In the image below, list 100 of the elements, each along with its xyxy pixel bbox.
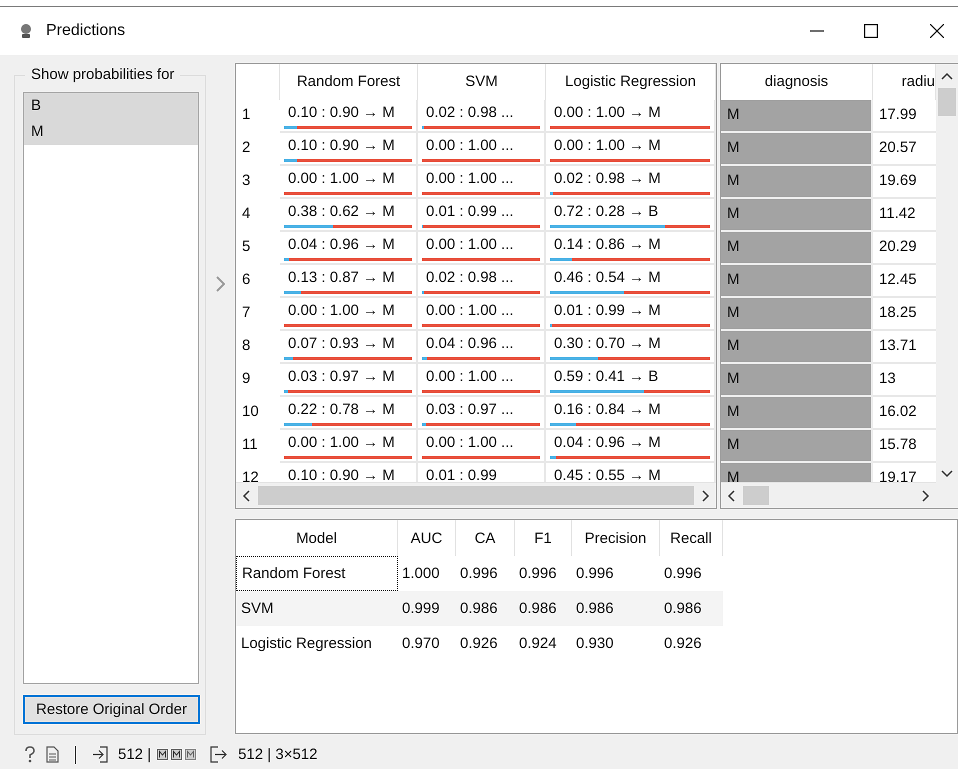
probability-text: 0.00 : 1.00 ... xyxy=(425,168,514,189)
row-number: 10 xyxy=(241,402,260,422)
list-item[interactable]: M xyxy=(24,119,198,145)
table-cell: SVM xyxy=(236,591,398,626)
table-cell-text: 0.926 xyxy=(663,634,703,654)
table-cell: 0.999 xyxy=(398,591,456,626)
probability-text: 0.00 : 1.00 → M xyxy=(287,432,395,453)
list-item[interactable]: B xyxy=(24,93,198,119)
scroll-down-icon[interactable] xyxy=(941,470,953,478)
vertical-scrollbar[interactable] xyxy=(936,64,958,508)
table-cell: M xyxy=(721,198,873,232)
row-number: 4 xyxy=(241,204,252,224)
scroll-right-icon[interactable] xyxy=(922,490,930,502)
close-icon[interactable] xyxy=(930,24,944,38)
column-header[interactable]: SVM xyxy=(418,64,546,100)
column-header[interactable]: AUC xyxy=(398,520,456,556)
column-header[interactable]: F1 xyxy=(515,520,572,556)
table-cell-text: 0.924 xyxy=(518,634,558,654)
row-number: 8 xyxy=(241,336,252,356)
table-cell-text: 0.996 xyxy=(518,564,558,584)
row-number: 2 xyxy=(241,138,252,158)
table-cell-text: 0.996 xyxy=(575,564,615,584)
table-cell: 0.986 xyxy=(660,591,723,626)
table-cell: M xyxy=(721,264,873,298)
column-header[interactable]: CA xyxy=(456,520,515,556)
table-cell: M xyxy=(721,430,873,463)
table-cell: M xyxy=(721,166,873,199)
probability-text: 0.04 : 0.96 → M xyxy=(287,234,395,255)
probability-text: 0.02 : 0.98 ... xyxy=(425,268,514,288)
probability-text: 0.00 : 1.00 ... xyxy=(425,366,514,387)
table-cell: M xyxy=(721,298,873,331)
bulb-icon xyxy=(20,23,32,39)
probability-text: 0.22 : 0.78 → M xyxy=(287,400,395,420)
scroll-up-icon[interactable] xyxy=(941,72,953,80)
table-cell: 0.986 xyxy=(572,591,660,626)
probability-text: 0.59 : 0.41 → B xyxy=(553,366,658,387)
table-cell: M xyxy=(721,364,873,397)
row-number: 12 xyxy=(241,468,260,482)
probability-text: 0.38 : 0.62 → M xyxy=(287,202,395,222)
input-icon xyxy=(92,746,108,763)
scroll-left-icon[interactable] xyxy=(727,490,735,502)
scroll-thumb[interactable] xyxy=(938,88,956,116)
probability-text: 0.02 : 0.98 → M xyxy=(553,168,661,189)
probability-text: 0.00 : 1.00 ... xyxy=(425,300,514,321)
probability-text: 0.30 : 0.70 → M xyxy=(553,334,661,354)
probability-text: 0.10 : 0.90 → M xyxy=(287,136,395,156)
table-cell: M xyxy=(721,132,873,166)
probability-text: 0.02 : 0.98 ... xyxy=(425,102,514,123)
horizontal-scrollbar[interactable] xyxy=(236,482,716,508)
probability-text: 0.72 : 0.28 → B xyxy=(553,202,658,222)
variable-icon xyxy=(171,749,182,760)
output-summary: 512 | 3×512 xyxy=(238,746,318,763)
help-icon[interactable] xyxy=(24,746,36,763)
scroll-thumb[interactable] xyxy=(743,486,769,506)
scroll-left-icon[interactable] xyxy=(242,490,250,502)
probability-text: 0.16 : 0.84 → M xyxy=(553,400,661,420)
probability-text: 0.13 : 0.87 → M xyxy=(287,268,395,288)
input-summary: 512 | xyxy=(118,746,152,763)
group-title: Show probabilities for xyxy=(25,66,180,83)
probability-text: 0.00 : 1.00 ... xyxy=(425,234,514,255)
row-number: 9 xyxy=(241,368,252,389)
table-cell-text: 0.996 xyxy=(459,564,499,584)
column-header[interactable]: Logistic Regression xyxy=(546,64,716,100)
table-cell: 0.986 xyxy=(456,591,515,626)
probability-text: 0.14 : 0.86 → M xyxy=(553,234,661,255)
row-number: 7 xyxy=(241,302,252,323)
probability-text: 0.04 : 0.96 ... xyxy=(425,334,514,354)
probability-text: 0.46 : 0.54 → M xyxy=(553,268,661,288)
table-cell-text: 0.930 xyxy=(575,634,615,654)
probability-text: 0.01 : 0.99 xyxy=(425,466,497,482)
row-number: 3 xyxy=(241,170,252,191)
row-number: 5 xyxy=(241,236,252,257)
probability-text: 0.45 : 0.55 → M xyxy=(553,466,661,482)
probability-text: 0.04 : 0.96 → M xyxy=(553,432,661,453)
document-icon[interactable] xyxy=(46,746,59,763)
probability-text: 0.00 : 1.00 → M xyxy=(287,168,395,189)
probability-text: 0.03 : 0.97 → M xyxy=(287,366,395,387)
table-cell-text: Logistic Regression xyxy=(240,634,373,654)
table-cell-text: 1.000 xyxy=(401,564,441,584)
probability-text: 0.00 : 1.00 ... xyxy=(425,432,514,453)
scroll-right-icon[interactable] xyxy=(702,490,710,502)
column-header[interactable]: Precision xyxy=(572,520,660,556)
row-number: 1 xyxy=(241,104,252,125)
column-header[interactable]: Model xyxy=(236,520,398,556)
horizontal-scrollbar[interactable] xyxy=(721,482,936,508)
restore-button[interactable]: Restore Original Order xyxy=(23,695,200,724)
probability-text: 0.01 : 0.99 → M xyxy=(553,300,661,321)
table-cell: M xyxy=(721,100,873,133)
table-cell-text: 0.970 xyxy=(401,634,441,654)
probability-text: 0.07 : 0.93 → M xyxy=(287,334,395,354)
row-number: 6 xyxy=(241,270,252,290)
probability-text: 0.00 : 1.00 → M xyxy=(553,102,661,123)
column-header[interactable]: Recall xyxy=(660,520,723,556)
row-number: 11 xyxy=(241,434,259,455)
scroll-thumb[interactable] xyxy=(258,486,694,506)
probability-text: 0.00 : 1.00 → M xyxy=(553,136,661,156)
maximize-icon[interactable] xyxy=(864,24,878,38)
table-cell: M xyxy=(721,232,873,265)
output-icon xyxy=(210,746,228,763)
column-header[interactable]: Random Forest xyxy=(280,64,418,100)
